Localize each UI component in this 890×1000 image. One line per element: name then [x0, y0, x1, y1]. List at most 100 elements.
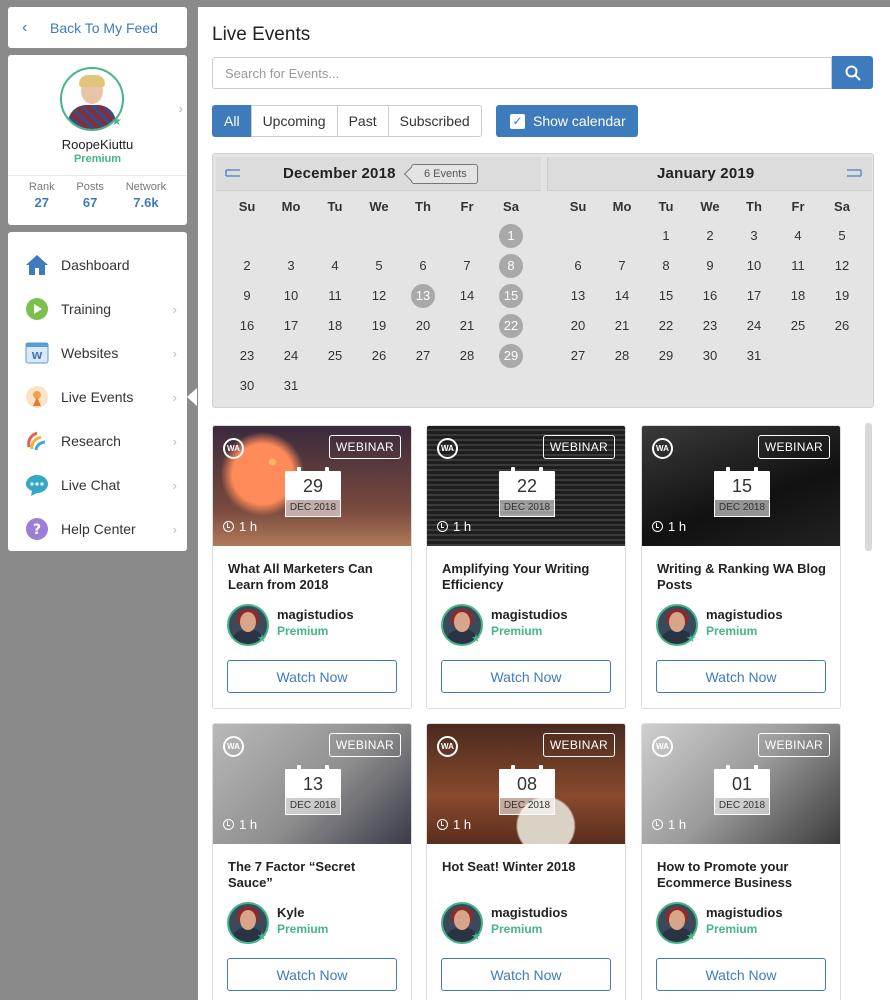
calendar-day[interactable]: 7 — [600, 253, 644, 279]
calendar-day[interactable]: 26 — [820, 313, 864, 339]
calendar-event-day[interactable]: 8 — [489, 253, 533, 279]
sidebar-item-dashboard[interactable]: Dashboard — [8, 245, 187, 285]
event-thumbnail[interactable]: WA WEBINAR 01 DEC 2018 1 h — [642, 724, 840, 844]
calendar-day[interactable]: 17 — [732, 283, 776, 309]
event-card[interactable]: WA WEBINAR 15 DEC 2018 1 h Writing & Ranking … — [641, 425, 841, 709]
calendar-day[interactable]: 25 — [776, 313, 820, 339]
show-calendar-toggle[interactable]: ✓ Show calendar — [496, 105, 638, 137]
prev-month-icon[interactable] — [225, 168, 241, 178]
sidebar-item-live-chat[interactable]: Live Chat › — [8, 465, 187, 505]
sidebar-item-training[interactable]: Training › — [8, 289, 187, 329]
calendar-day[interactable]: 12 — [820, 253, 864, 279]
calendar-day[interactable]: 21 — [600, 313, 644, 339]
event-card[interactable]: WA WEBINAR 08 DEC 2018 1 h Hot Seat! Winter 2… — [426, 723, 626, 1000]
author-name[interactable]: magistudios — [277, 607, 354, 622]
calendar-day[interactable]: 21 — [445, 313, 489, 339]
calendar-day[interactable]: 8 — [644, 253, 688, 279]
calendar-day[interactable]: 11 — [776, 253, 820, 279]
event-thumbnail[interactable]: WA WEBINAR 22 DEC 2018 1 h — [427, 426, 625, 546]
calendar-day[interactable]: 5 — [357, 253, 401, 279]
calendar-day[interactable]: 23 — [688, 313, 732, 339]
event-card[interactable]: WA WEBINAR 13 DEC 2018 1 h The 7 Factor “Secr… — [212, 723, 412, 1000]
event-thumbnail[interactable]: WA WEBINAR 29 DEC 2018 1 h — [213, 426, 411, 546]
search-input[interactable] — [212, 57, 832, 89]
filter-all-button[interactable]: All — [212, 105, 252, 137]
calendar-day[interactable]: 19 — [820, 283, 864, 309]
calendar-day[interactable]: 6 — [556, 253, 600, 279]
calendar-day[interactable]: 4 — [776, 223, 820, 249]
calendar-day[interactable]: 24 — [732, 313, 776, 339]
stat-rank[interactable]: Rank 27 — [29, 181, 55, 210]
calendar-day[interactable]: 23 — [225, 343, 269, 369]
calendar-event-day[interactable]: 13 — [401, 283, 445, 309]
calendar-day[interactable]: 30 — [688, 343, 732, 369]
calendar-day[interactable]: 2 — [225, 253, 269, 279]
calendar-day[interactable]: 14 — [600, 283, 644, 309]
watch-now-button[interactable]: Watch Now — [227, 958, 397, 991]
calendar-day[interactable]: 17 — [269, 313, 313, 339]
author-name[interactable]: Kyle — [277, 905, 304, 920]
calendar-day[interactable]: 3 — [269, 253, 313, 279]
author-name[interactable]: magistudios — [706, 607, 783, 622]
calendar-day[interactable]: 1 — [644, 223, 688, 249]
filter-past-button[interactable]: Past — [336, 105, 389, 137]
event-card[interactable]: WA WEBINAR 29 DEC 2018 1 h What All Marketers… — [212, 425, 412, 709]
sidebar-item-live-events[interactable]: Live Events › — [8, 377, 187, 417]
profile-card[interactable]: ★ › RoopeKiuttu Premium Rank 27 Posts 67… — [8, 55, 187, 225]
calendar-day[interactable]: 27 — [556, 343, 600, 369]
calendar-day[interactable]: 18 — [313, 313, 357, 339]
calendar-day[interactable]: 22 — [644, 313, 688, 339]
calendar-day[interactable]: 18 — [776, 283, 820, 309]
sidebar-item-help-center[interactable]: ? Help Center › — [8, 509, 187, 549]
calendar-day[interactable]: 5 — [820, 223, 864, 249]
calendar-day[interactable]: 13 — [556, 283, 600, 309]
event-title[interactable]: What All Marketers Can Learn from 2018 — [228, 561, 403, 593]
event-card[interactable]: WA WEBINAR 01 DEC 2018 1 h How to Promote you… — [641, 723, 841, 1000]
calendar-day[interactable]: 30 — [225, 373, 269, 399]
calendar-day[interactable]: 14 — [445, 283, 489, 309]
watch-now-button[interactable]: Watch Now — [656, 660, 826, 693]
back-to-feed-button[interactable]: ‹ Back To My Feed — [8, 7, 187, 48]
event-card[interactable]: WA WEBINAR 22 DEC 2018 1 h Amplifying Your Wr… — [426, 425, 626, 709]
calendar-day[interactable]: 31 — [269, 373, 313, 399]
calendar-day[interactable]: 7 — [445, 253, 489, 279]
event-title[interactable]: How to Promote your Ecommerce Business — [657, 859, 832, 891]
calendar-event-day[interactable]: 29 — [489, 343, 533, 369]
calendar-day[interactable]: 3 — [732, 223, 776, 249]
calendar-day[interactable]: 16 — [688, 283, 732, 309]
search-button[interactable] — [832, 56, 873, 89]
watch-now-button[interactable]: Watch Now — [227, 660, 397, 693]
calendar-day[interactable]: 6 — [401, 253, 445, 279]
calendar-day[interactable]: 11 — [313, 283, 357, 309]
watch-now-button[interactable]: Watch Now — [441, 660, 611, 693]
calendar-day[interactable]: 19 — [357, 313, 401, 339]
calendar-day[interactable]: 20 — [556, 313, 600, 339]
calendar-day[interactable]: 29 — [644, 343, 688, 369]
event-title[interactable]: Amplifying Your Writing Efficiency — [442, 561, 617, 593]
calendar-day[interactable]: 28 — [600, 343, 644, 369]
calendar-day[interactable]: 15 — [644, 283, 688, 309]
event-title[interactable]: Writing & Ranking WA Blog Posts — [657, 561, 832, 593]
calendar-day[interactable]: 4 — [313, 253, 357, 279]
calendar-day[interactable]: 9 — [225, 283, 269, 309]
event-title[interactable]: The 7 Factor “Secret Sauce” — [228, 859, 403, 891]
calendar-day[interactable]: 16 — [225, 313, 269, 339]
calendar-day[interactable]: 10 — [269, 283, 313, 309]
calendar-day[interactable]: 28 — [445, 343, 489, 369]
filter-upcoming-button[interactable]: Upcoming — [250, 105, 338, 137]
calendar-day[interactable]: 27 — [401, 343, 445, 369]
calendar-day[interactable]: 12 — [357, 283, 401, 309]
calendar-event-day[interactable]: 15 — [489, 283, 533, 309]
calendar-day[interactable]: 25 — [313, 343, 357, 369]
calendar-day[interactable]: 24 — [269, 343, 313, 369]
calendar-day[interactable]: 2 — [688, 223, 732, 249]
scrollbar[interactable] — [865, 423, 872, 551]
event-title[interactable]: Hot Seat! Winter 2018 — [442, 859, 617, 875]
next-month-icon[interactable] — [846, 168, 862, 178]
stat-posts[interactable]: Posts 67 — [76, 181, 104, 210]
author-name[interactable]: magistudios — [491, 905, 568, 920]
author-name[interactable]: magistudios — [706, 905, 783, 920]
watch-now-button[interactable]: Watch Now — [656, 958, 826, 991]
calendar-day[interactable]: 31 — [732, 343, 776, 369]
calendar-event-day[interactable]: 22 — [489, 313, 533, 339]
